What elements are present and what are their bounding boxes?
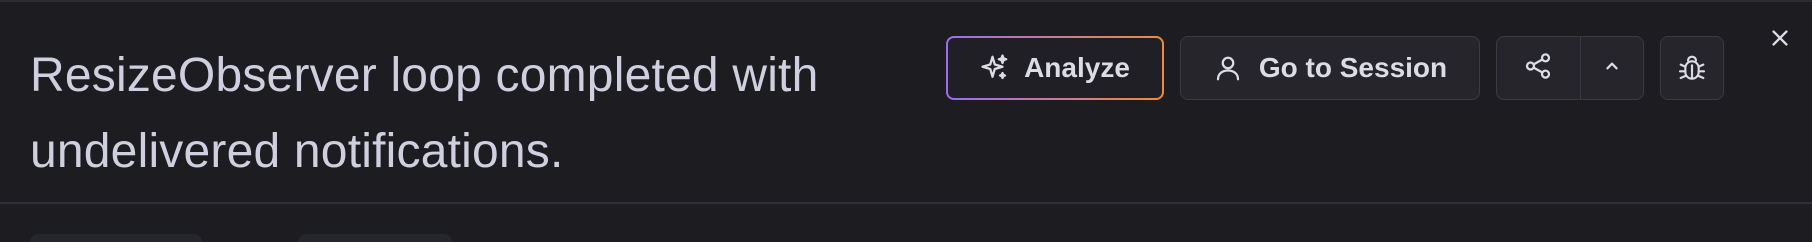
analyze-label: Analyze: [1024, 52, 1130, 83]
close-icon: [1769, 27, 1791, 54]
error-banner: ResizeObserver loop completed with undel…: [0, 0, 1812, 242]
debug-button[interactable]: [1660, 36, 1724, 100]
error-title: ResizeObserver loop completed with undel…: [30, 49, 819, 178]
share-split-button: [1496, 36, 1644, 100]
action-toolbar: Analyze Go to Session: [946, 36, 1724, 100]
bug-icon: [1676, 52, 1708, 84]
analyze-button[interactable]: Analyze: [946, 36, 1164, 100]
go-to-session-button[interactable]: Go to Session: [1180, 36, 1480, 100]
share-icon: [1523, 51, 1553, 86]
close-button[interactable]: [1762, 22, 1798, 58]
go-to-session-label: Go to Session: [1258, 52, 1448, 83]
share-button[interactable]: [1497, 37, 1581, 99]
tab-stub[interactable]: [30, 234, 202, 242]
tab-stub[interactable]: [298, 234, 452, 242]
sparkles-icon: [980, 53, 1010, 83]
user-icon: [1213, 53, 1243, 83]
divider: [0, 202, 1812, 204]
expand-menu-button[interactable]: [1581, 37, 1643, 99]
chevron-up-icon: [1601, 55, 1623, 82]
